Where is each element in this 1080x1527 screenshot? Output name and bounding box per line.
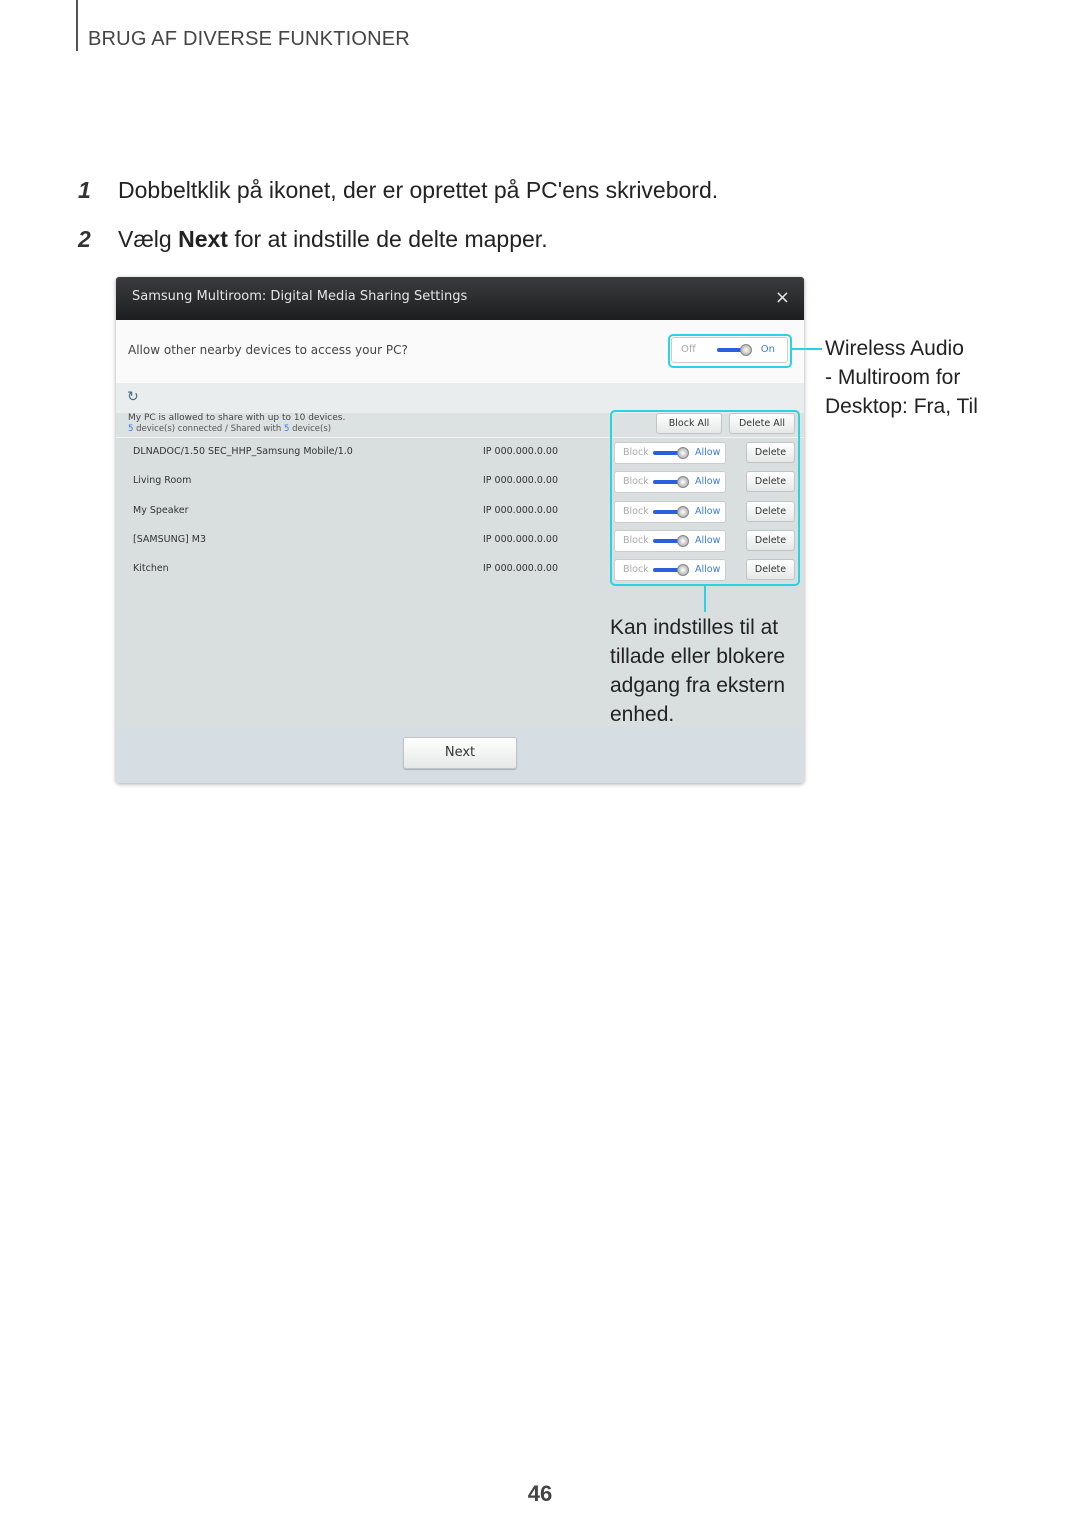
step-1: 1 Dobbeltklik på ikonet, der er oprettet …: [78, 177, 718, 204]
rows-highlight: [610, 410, 800, 586]
note-line: - Multiroom for: [825, 366, 961, 389]
device-name: [SAMSUNG] M3: [133, 533, 207, 545]
window-footer: Next: [116, 727, 804, 783]
device-name: Living Room: [133, 475, 192, 487]
step-text-before: Vælg: [118, 226, 179, 252]
toggle-callout-note: Wireless Audio - Multiroom for Desktop: …: [825, 334, 978, 421]
share-limit-text: My PC is allowed to share with up to 10 …: [128, 413, 346, 423]
close-icon[interactable]: ×: [775, 287, 790, 308]
toggle-highlight: [668, 334, 792, 368]
rows-callout-line: [704, 584, 706, 612]
header-divider: [76, 0, 78, 51]
refresh-row: ↻: [116, 383, 804, 413]
step-text: Dobbeltklik på ikonet, der er oprettet p…: [118, 177, 719, 203]
window-titlebar: Samsung Multiroom: Digital Media Sharing…: [116, 277, 804, 320]
next-button[interactable]: Next: [403, 737, 517, 769]
window-title: Samsung Multiroom: Digital Media Sharing…: [132, 289, 468, 304]
note-line: Kan indstilles til at: [610, 616, 779, 639]
toggle-callout-line: [790, 348, 822, 350]
step-number: 2: [78, 226, 91, 252]
section-title: BRUG AF DIVERSE FUNKTIONER: [88, 28, 410, 50]
device-name: Kitchen: [133, 563, 169, 575]
connected-text: device(s) connected / Shared with: [133, 424, 284, 434]
note-line: tillade eller blokere: [610, 645, 786, 668]
device-ip: IP 000.000.0.00: [483, 533, 559, 545]
note-line: enhed.: [610, 703, 675, 726]
device-ip: IP 000.000.0.00: [483, 504, 559, 516]
device-name: My Speaker: [133, 504, 189, 516]
note-line: adgang fra ekstern: [610, 674, 786, 697]
device-ip: IP 000.000.0.00: [483, 475, 559, 487]
device-ip: IP 000.000.0.00: [483, 446, 559, 457]
shared-text: device(s): [289, 424, 332, 434]
page-number: 46: [527, 1481, 553, 1506]
step-text-after: for at indstille de delte mapper.: [227, 226, 548, 252]
rows-callout-note: Kan indstilles til at tillade eller blok…: [610, 613, 785, 729]
step-text-bold: Next: [178, 226, 228, 252]
access-question: Allow other nearby devices to access you…: [128, 343, 408, 357]
device-name: DLNADOC/1.50 SEC_HHP_Samsung Mobile/1.0: [133, 446, 353, 457]
refresh-icon[interactable]: ↻: [127, 389, 139, 405]
connection-summary: 5 device(s) connected / Shared with 5 de…: [128, 424, 331, 434]
note-line: Wireless Audio: [825, 337, 964, 360]
step-2: 2 Vælg Next for at indstille de delte map…: [78, 226, 548, 253]
step-number: 1: [78, 177, 91, 203]
device-ip: IP 000.000.0.00: [483, 563, 559, 575]
note-line: Desktop: Fra, Til: [825, 395, 978, 418]
